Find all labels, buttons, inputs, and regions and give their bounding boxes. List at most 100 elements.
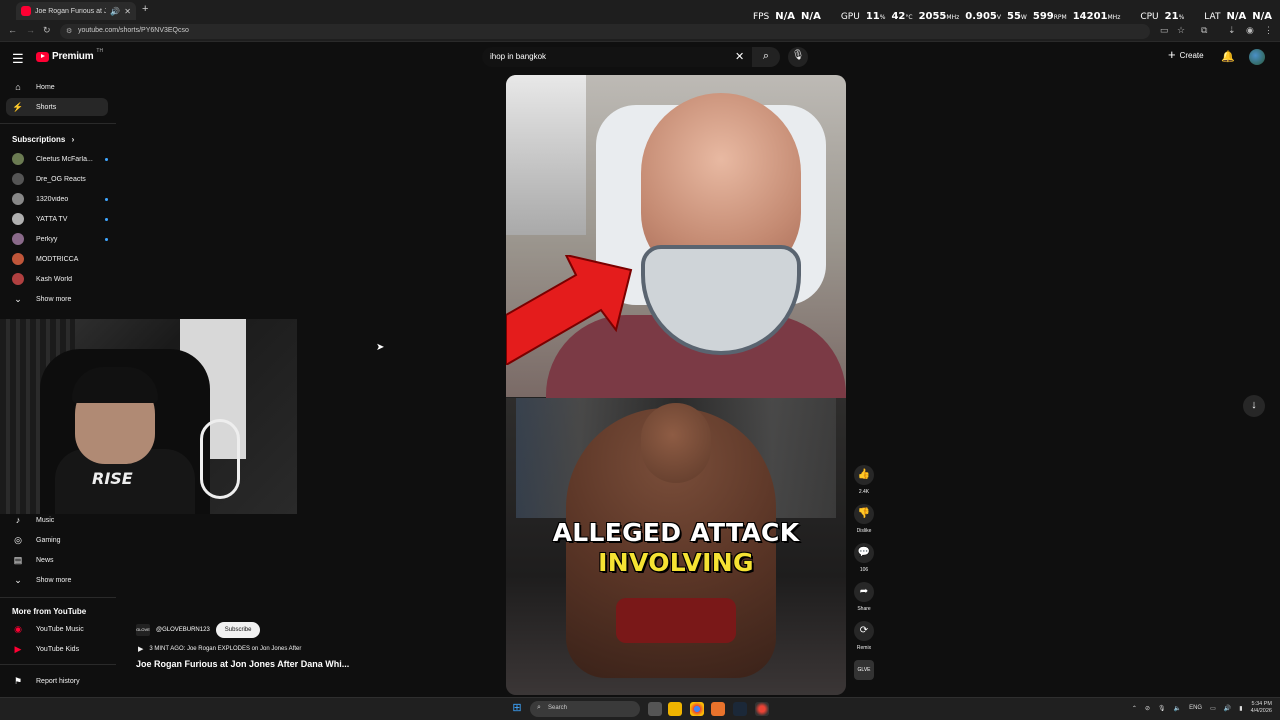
video-frame-hospital: [506, 75, 846, 405]
webcam-mic-cable: [200, 419, 240, 499]
sidebar-item-label: Report history: [36, 677, 80, 685]
sidebar-show-more[interactable]: ⌄ Show more: [6, 290, 108, 308]
microphone-tray-icon[interactable]: 🎙: [1158, 705, 1166, 712]
shorts-video-player[interactable]: ALLEGED ATTACK INVOLVING: [506, 75, 846, 695]
voice-search-button[interactable]: 🎙: [788, 47, 808, 67]
sidebar-item-youtube-music[interactable]: ◉ YouTube Music: [6, 620, 108, 638]
sidebar-item-shorts[interactable]: ⚡ Shorts: [6, 98, 108, 116]
sidebar-item-label: Show more: [36, 576, 72, 584]
windows-taskbar: ⊞ ⌕ Search ⌃ ⊘ 🎙 🔈 ENG ▭ 🔊 ▮ 5:34 PM 4/4…: [0, 697, 1280, 720]
clock-time: 5:34 PM: [1251, 701, 1272, 707]
search-button[interactable]: ⌕: [752, 47, 780, 67]
task-view-icon[interactable]: [648, 702, 662, 716]
forward-icon[interactable]: →: [26, 25, 35, 35]
sidebar-subscription-item[interactable]: 1320video: [6, 190, 108, 208]
clock[interactable]: 5:34 PM 4/4/2026: [1251, 701, 1272, 715]
new-tab-button[interactable]: +: [142, 3, 148, 15]
account-avatar[interactable]: [1249, 49, 1265, 65]
new-content-dot: [105, 217, 108, 221]
steam-icon[interactable]: [733, 702, 747, 716]
language-indicator[interactable]: ENG: [1189, 705, 1202, 711]
channel-avatar: [12, 273, 24, 285]
sidebar-item-label: Show more: [36, 295, 72, 303]
sidebar-item-youtube-kids[interactable]: ▶ YouTube Kids: [6, 640, 108, 658]
profile-icon[interactable]: ◉: [1246, 25, 1254, 36]
sidebar-subscription-item[interactable]: Kash World: [6, 270, 108, 288]
download-icon[interactable]: ⇣: [1228, 25, 1236, 36]
subscribe-button[interactable]: Subscribe: [215, 622, 261, 638]
file-explorer-icon[interactable]: [668, 702, 682, 716]
back-icon[interactable]: ←: [8, 25, 17, 35]
create-button[interactable]: + Create: [1168, 48, 1204, 61]
gpu-volt-unit: V: [996, 14, 1001, 21]
gpu-clock-unit: MHz: [946, 14, 960, 21]
sidebar-item-label: Home: [36, 83, 55, 91]
dislike-button[interactable]: 👎 Dislike: [852, 504, 876, 534]
next-short-button[interactable]: ↓: [1243, 395, 1265, 417]
extensions-icon[interactable]: ⧉: [1201, 25, 1207, 36]
share-button[interactable]: ➦ Share: [852, 582, 876, 612]
channel-name[interactable]: @GLOVEBURN123: [156, 627, 210, 633]
sidebar-subscription-item[interactable]: YATTA TV: [6, 210, 108, 228]
fighter-shorts: [616, 598, 736, 643]
dislike-label: Dislike: [856, 528, 872, 534]
music-note-icon: ♪: [15, 515, 21, 525]
sidebar-show-more-explore[interactable]: ⌄ Show more: [6, 571, 108, 589]
thumbs-down-icon: 👎: [854, 504, 874, 524]
sidebar-subscription-item[interactable]: MODTRICCA: [6, 250, 108, 268]
sidebar-item-gaming[interactable]: ◎ Gaming: [6, 531, 108, 549]
sidebar-divider: [0, 664, 116, 665]
reload-icon[interactable]: ↻: [43, 25, 51, 36]
network-icon[interactable]: ⊘: [1145, 705, 1150, 712]
video-title[interactable]: Joe Rogan Furious at Jon Jones After Dan…: [136, 659, 349, 669]
subscription-name: Perkyy: [36, 235, 58, 243]
sidebar-item-home[interactable]: ⌂ Home: [6, 78, 108, 96]
comments-button[interactable]: 💬 106: [852, 543, 876, 573]
windows-start-icon[interactable]: ⊞: [510, 701, 524, 715]
address-bar[interactable]: ⚙ youtube.com/shorts/PY6NV3EQcso: [60, 24, 1150, 39]
logo-country: TH: [96, 47, 104, 54]
browser-menu-icon[interactable]: ⋮: [1264, 25, 1273, 36]
display-icon[interactable]: ▭: [1210, 705, 1216, 712]
linked-video[interactable]: ▶ 3 MINT AGO: Joe Rogan EXPLODES on Jon …: [138, 645, 301, 653]
arrow-down-icon: ↓: [1251, 399, 1257, 411]
gpu-temp-unit: °C: [905, 14, 913, 21]
search-input[interactable]: ihop in bangkok: [482, 47, 752, 67]
youtube-logo[interactable]: Premium TH: [36, 47, 104, 62]
speaker-icon[interactable]: 🔊: [110, 7, 120, 16]
search-icon: ⌕: [537, 704, 541, 711]
sidebar-subscription-item[interactable]: Perkyy: [6, 230, 108, 248]
sidebar-item-report-history[interactable]: ⚑ Report history: [6, 672, 108, 690]
bookmark-star-icon[interactable]: ☆: [1177, 25, 1185, 36]
tray-overflow-icon[interactable]: ⌃: [1132, 705, 1137, 712]
like-button[interactable]: 👍 2.4K: [852, 465, 876, 495]
cast-icon[interactable]: ▭: [1160, 25, 1169, 36]
video-caption-line-2: INVOLVING: [598, 548, 754, 577]
streamer-webcam-overlay: RISE: [0, 319, 297, 514]
sidebar-divider: [0, 597, 116, 598]
notifications-bell-icon[interactable]: 🔔: [1221, 50, 1235, 63]
taskbar-search[interactable]: ⌕ Search: [530, 701, 640, 717]
clear-search-icon[interactable]: ✕: [735, 50, 744, 63]
clock-date: 4/4/2026: [1250, 708, 1272, 714]
sound-thumbnail[interactable]: GLVE: [854, 660, 874, 680]
tab-close-icon[interactable]: ✕: [124, 7, 131, 16]
browser-tab[interactable]: Joe Rogan Furious at Jon J... 🔊 ✕: [16, 2, 136, 20]
hamburger-menu-icon[interactable]: ☰: [12, 51, 24, 67]
app-icon[interactable]: [711, 702, 725, 716]
chrome-icon[interactable]: [690, 702, 704, 716]
site-info-icon[interactable]: ⚙: [66, 27, 72, 35]
sidebar-subscription-item[interactable]: Dre_OG Reacts: [6, 170, 108, 188]
tab-title: Joe Rogan Furious at Jon J...: [35, 7, 107, 15]
chrome-profile-icon[interactable]: [755, 702, 769, 716]
url-text: youtube.com/shorts/PY6NV3EQcso: [78, 27, 189, 34]
remix-button[interactable]: ⟳ Remix: [852, 621, 876, 651]
volume-icon[interactable]: 🔈: [1174, 705, 1181, 712]
sidebar-item-news[interactable]: ▤ News: [6, 551, 108, 569]
sidebar-subscription-item[interactable]: Cleetus McFarla...: [6, 150, 108, 168]
search-icon: ⌕: [762, 50, 770, 62]
battery-icon[interactable]: ▮: [1239, 705, 1242, 712]
speaker-icon[interactable]: 🔊: [1224, 705, 1231, 712]
subscriptions-header[interactable]: Subscriptions ›: [12, 135, 74, 144]
channel-avatar[interactable]: GLOVE: [136, 624, 150, 636]
